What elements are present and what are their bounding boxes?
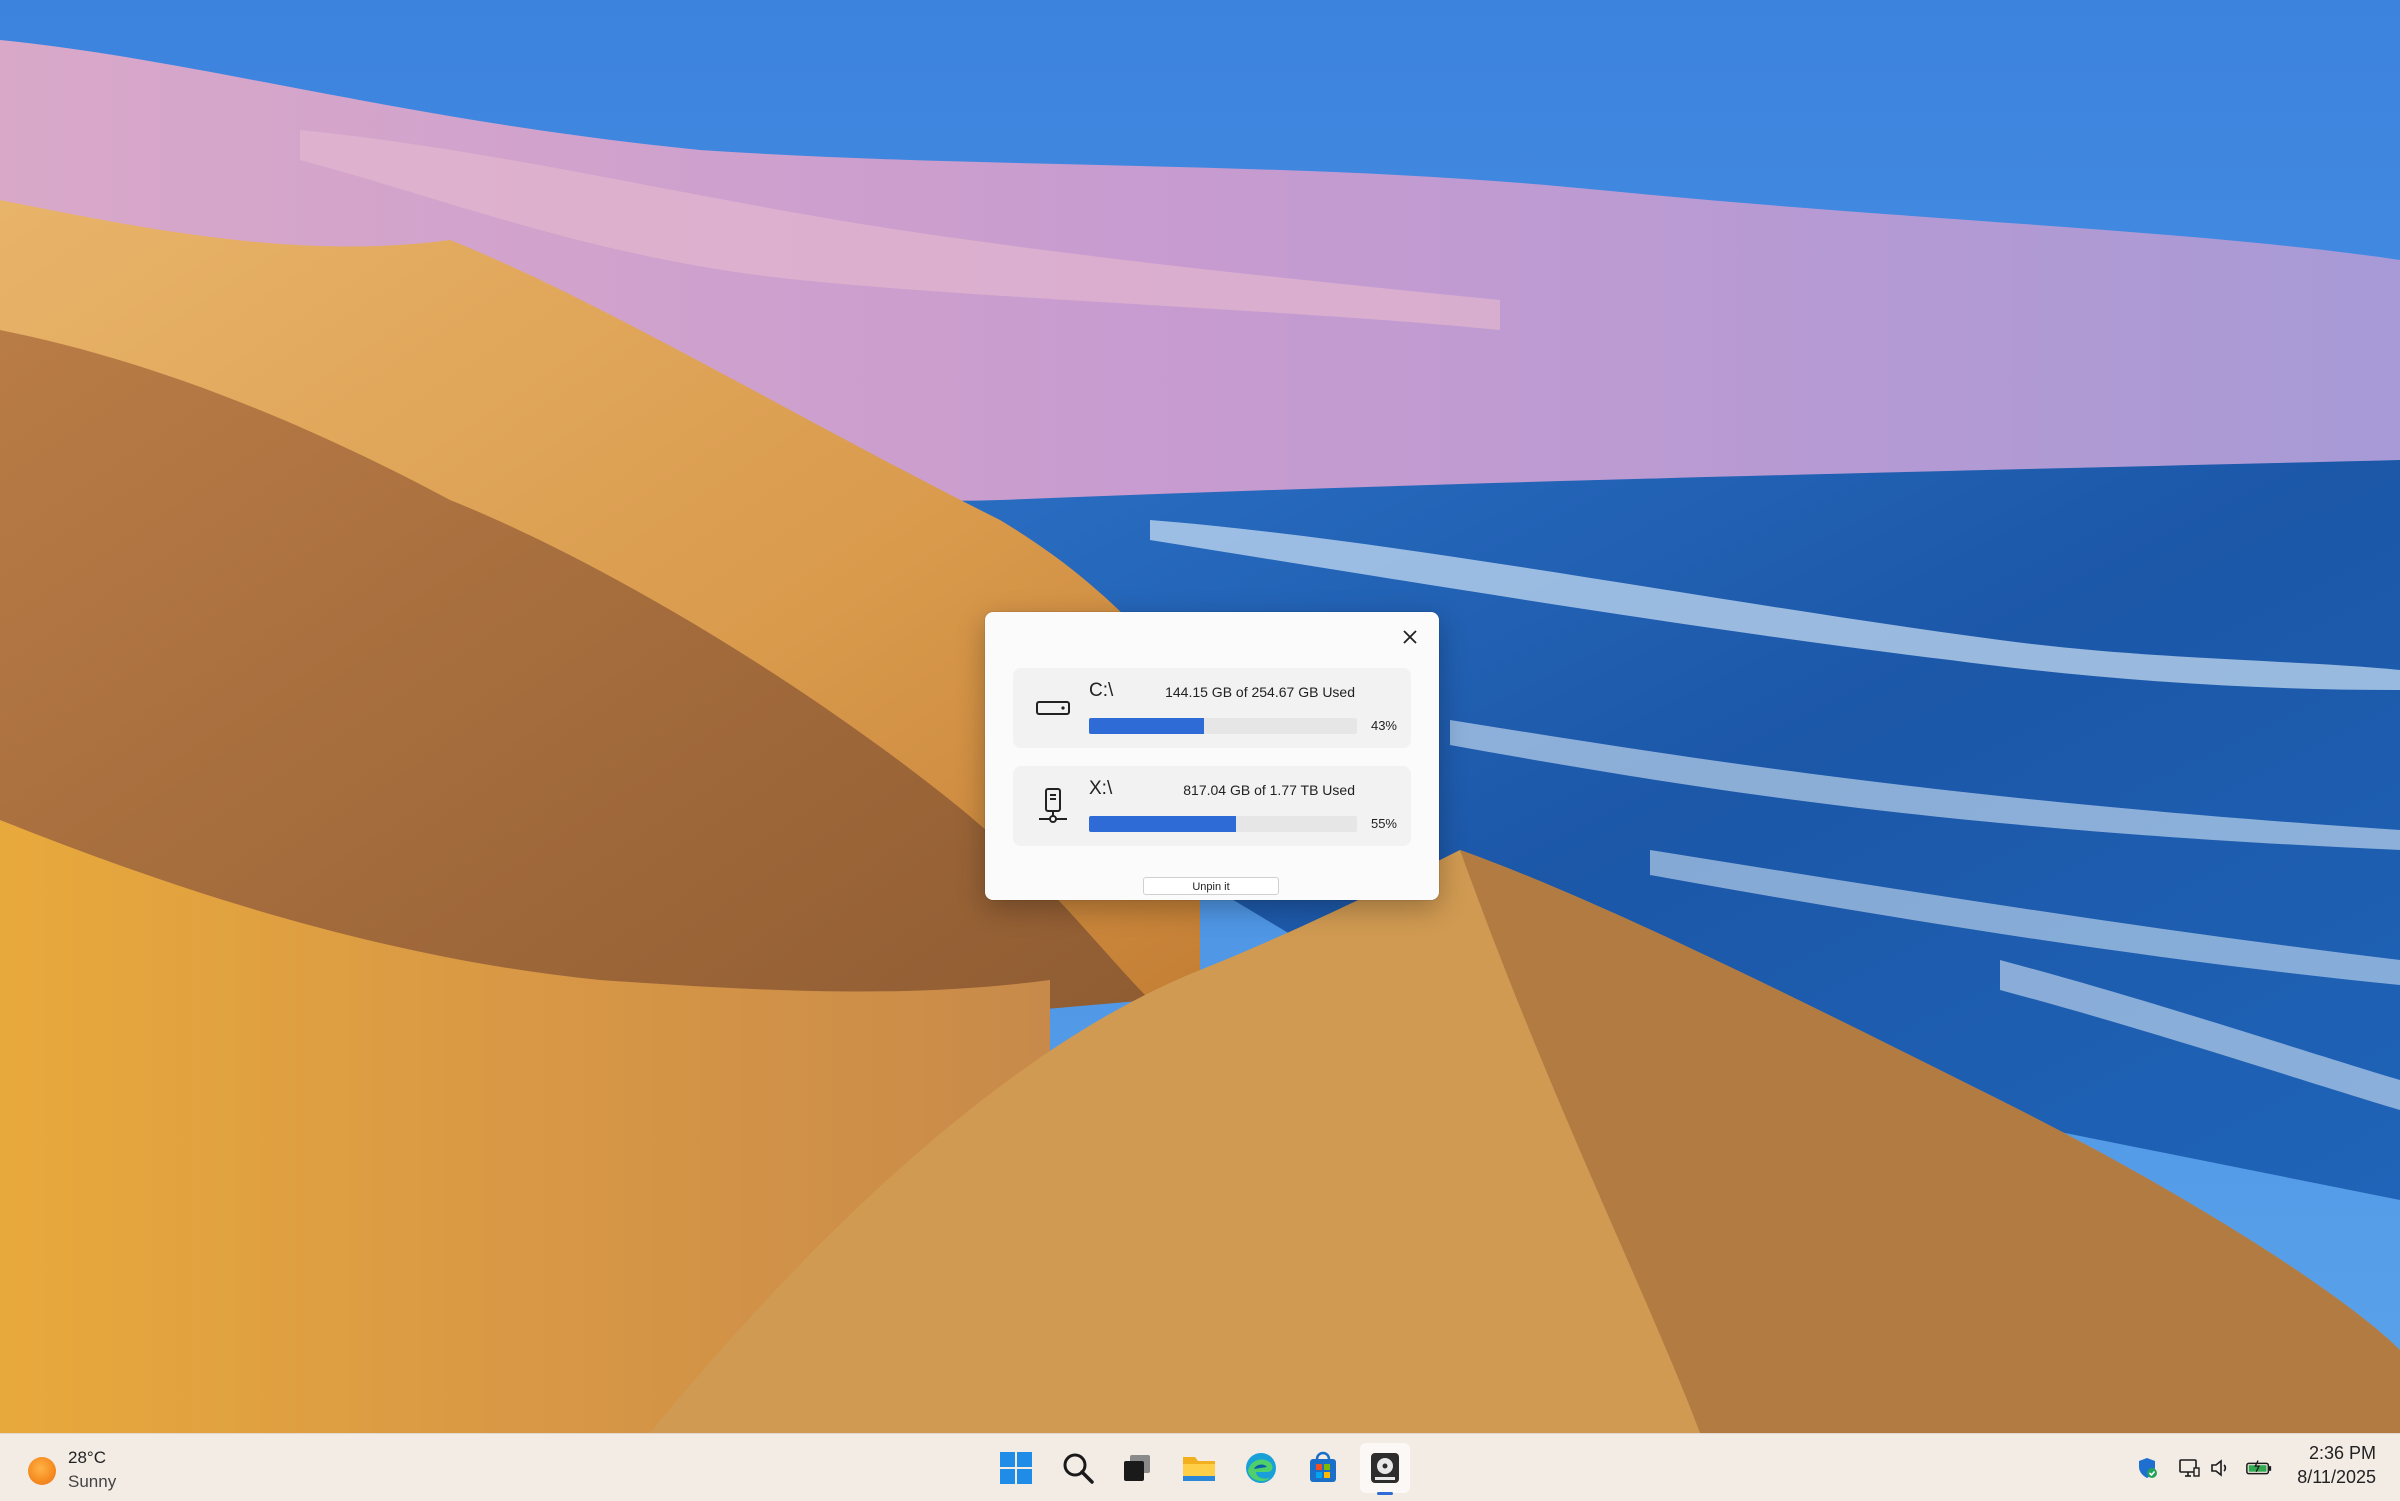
defender-icon [2139,1458,2157,1478]
usage-progress-bar [1089,718,1357,734]
usage-progress-fill [1089,816,1237,832]
sun-icon [28,1457,56,1485]
usage-percent: 43% [1370,718,1397,733]
drive-card-x[interactable]: X:\ 817.04 GB of 1.77 TB Used 55% [1013,766,1411,846]
clock-time: 2:36 PM [2308,1443,2376,1463]
drive-usage-widget: C:\ 144.15 GB of 254.67 GB Used 43% X:\ … [985,612,1439,900]
store-icon [1310,1451,1336,1482]
drive-letter: X:\ [1089,778,1113,799]
network-drive-icon [1033,786,1073,826]
defender-tray-button[interactable] [2133,1454,2161,1482]
close-button[interactable] [1395,622,1425,652]
weather-temperature: 28°C [68,1448,106,1467]
active-app-indicator [1377,1492,1393,1495]
close-icon [1403,630,1417,644]
file-explorer-button[interactable] [1179,1448,1219,1488]
drive-card-c[interactable]: C:\ 144.15 GB of 254.67 GB Used 43% [1013,668,1411,748]
store-button[interactable] [1303,1448,1343,1488]
hard-drive-icon [1033,688,1073,728]
usage-progress-fill [1089,718,1205,734]
file-explorer-icon [1183,1457,1215,1481]
edge-browser-button[interactable] [1241,1448,1281,1488]
task-view-button[interactable] [1117,1448,1157,1488]
search-button[interactable] [1058,1448,1098,1488]
volume-tray-button[interactable] [2207,1454,2235,1482]
task-view-icon [1124,1455,1150,1481]
clock[interactable]: 2:36 PM 8/11/2025 [2297,1441,2376,1489]
unpin-button[interactable]: Unpin it [1143,877,1279,895]
usage-percent: 55% [1370,816,1397,831]
start-button[interactable] [996,1448,1036,1488]
drive-usage-text: 144.15 GB of 254.67 GB Used [1165,684,1355,700]
drive-letter: C:\ [1089,680,1114,701]
start-icon [1000,1452,1032,1484]
network-tray-button[interactable] [2175,1454,2203,1482]
clock-date: 8/11/2025 [2297,1467,2376,1487]
weather-condition: Sunny [68,1472,117,1491]
battery-icon [2246,1460,2272,1475]
edge-icon [1246,1453,1276,1483]
drive-widget-app-icon [1371,1453,1399,1483]
network-icon [2179,1459,2200,1477]
drive-usage-text: 817.04 GB of 1.77 TB Used [1183,782,1355,798]
drive-widget-app-button[interactable] [1360,1443,1410,1495]
usage-progress-bar [1089,816,1357,832]
weather-widget[interactable]: 28°C Sunny [22,1442,142,1492]
search-icon [1063,1453,1094,1484]
battery-tray-button[interactable] [2245,1454,2273,1482]
volume-icon [2211,1459,2227,1477]
